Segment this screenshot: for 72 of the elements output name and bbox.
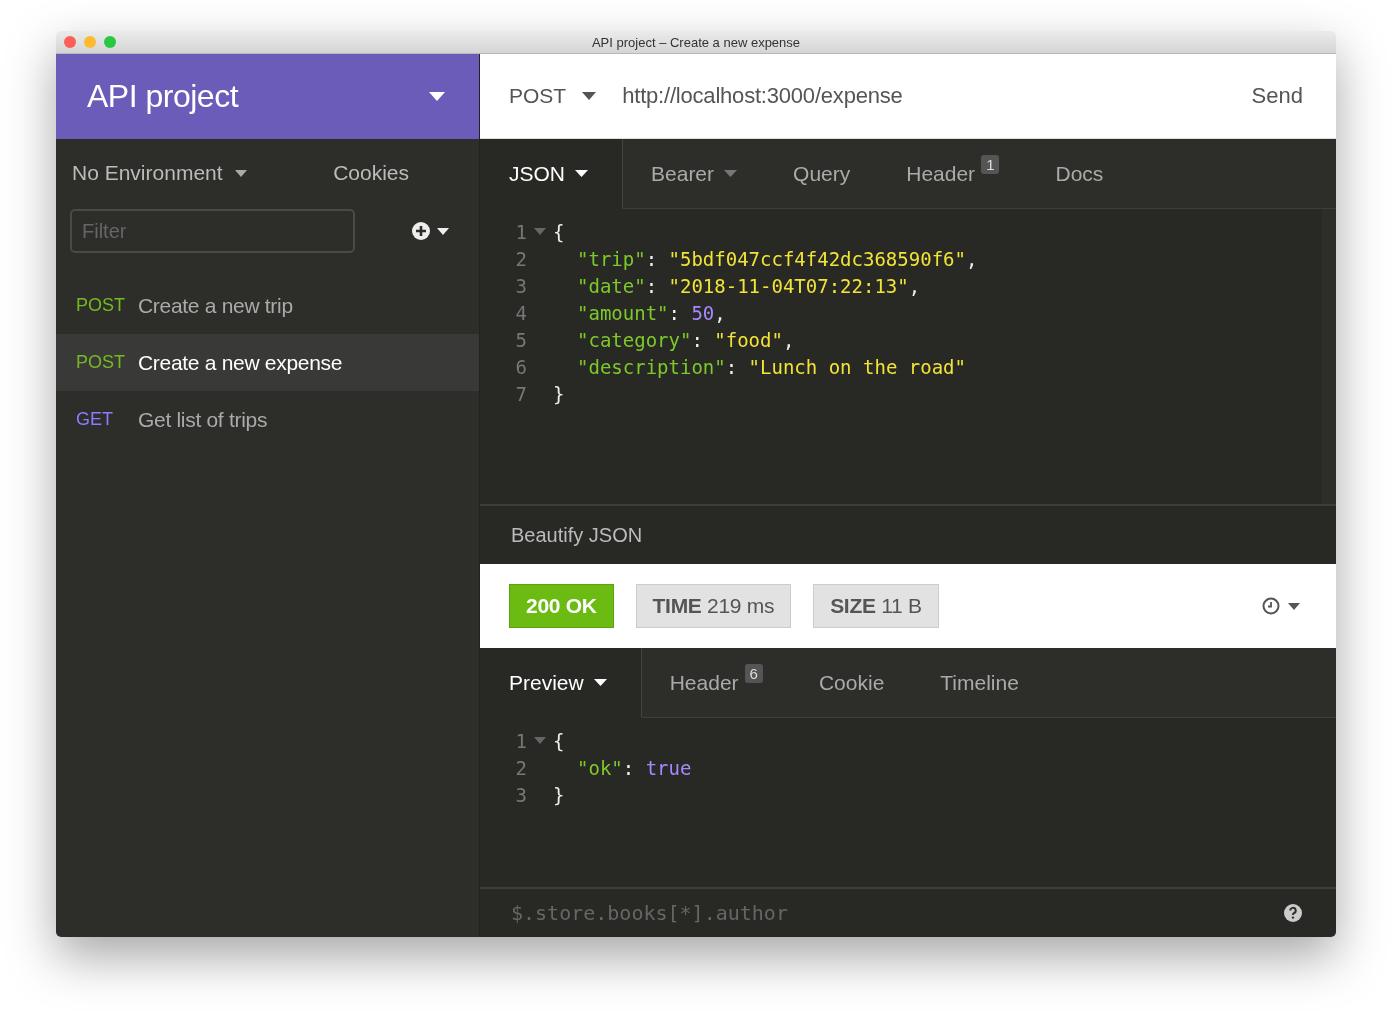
fold-icon[interactable] xyxy=(534,737,546,744)
beautify-button[interactable]: Beautify JSON xyxy=(511,523,643,547)
code-line: "description": "Lunch on the road" xyxy=(576,355,966,378)
line-number: 5 xyxy=(514,328,527,351)
caret-icon xyxy=(437,227,449,235)
clock-icon xyxy=(1262,596,1282,616)
code-line: "ok": true xyxy=(576,756,692,779)
request-tab[interactable]: JSON xyxy=(480,139,623,209)
workspace-header[interactable]: API project xyxy=(56,54,479,139)
method-dropdown[interactable]: POST xyxy=(509,84,597,108)
code-line: } xyxy=(553,382,565,405)
time-badge: TIME 219 ms xyxy=(635,584,792,628)
line-number: 1 xyxy=(514,729,527,752)
close-icon[interactable] xyxy=(64,36,76,48)
request-tab[interactable]: Header 1 xyxy=(878,139,1028,209)
request-tab[interactable]: Docs xyxy=(1027,139,1132,209)
line-number: 1 xyxy=(514,220,527,243)
history-button[interactable] xyxy=(1262,596,1300,616)
code-editor[interactable]: 1 { 2 "trip": "5bdf047ccf4f42dc368590f6", 3 "date": "2018-11-04T07:22:13", 4 "amount": 50, 5 "category": "food", 6 "description": "Lunch on the road" 7 } xyxy=(480,209,1336,504)
request-name: Create a new trip xyxy=(138,293,293,318)
request-tab[interactable]: Query xyxy=(765,139,879,209)
code-line: { xyxy=(553,220,565,243)
response-tab[interactable]: Preview xyxy=(480,648,642,718)
plus-icon xyxy=(411,221,431,241)
line-number: 7 xyxy=(514,382,527,405)
response-tab[interactable]: Header 6 xyxy=(641,648,791,718)
url-field[interactable]: http://localhost:3000/expense xyxy=(622,83,903,109)
code-line: "amount": 50, xyxy=(576,301,726,324)
code-line: { xyxy=(553,729,565,752)
method-label: POST xyxy=(76,295,126,316)
window-title: API project – Create a new expense xyxy=(591,34,801,50)
caret-icon xyxy=(593,679,607,686)
line-number: 2 xyxy=(514,247,527,270)
code-line: } xyxy=(553,783,565,806)
code-line: "date": "2018-11-04T07:22:13", xyxy=(576,274,921,297)
line-number: 2 xyxy=(514,756,527,779)
line-number: 6 xyxy=(514,355,527,378)
request-item[interactable]: GET Get list of trips xyxy=(56,391,479,448)
response-tab[interactable]: Cookie xyxy=(790,648,913,718)
line-number: 4 xyxy=(514,301,527,324)
environment-dropdown[interactable]: No Environment xyxy=(72,161,247,185)
request-name: Create a new expense xyxy=(138,350,343,375)
caret-icon xyxy=(575,170,588,177)
code-line: "category": "food", xyxy=(576,328,795,351)
maximize-icon[interactable] xyxy=(104,36,116,48)
request-tab[interactable]: Bearer xyxy=(623,139,766,209)
caret-icon xyxy=(234,169,247,177)
request-item[interactable]: POST Create a new expense xyxy=(56,334,479,391)
send-button[interactable]: Send xyxy=(1251,83,1303,109)
request-name: Get list of trips xyxy=(138,407,268,432)
cookies-button[interactable]: Cookies xyxy=(333,161,409,185)
caret-icon xyxy=(1288,602,1300,610)
method-label: POST xyxy=(76,352,126,373)
line-number: 3 xyxy=(514,274,527,297)
status-badge: 200 OK xyxy=(509,584,614,628)
caret-icon xyxy=(582,92,597,100)
filter-field[interactable]: Filter xyxy=(70,209,355,253)
add-button[interactable] xyxy=(411,221,449,241)
count-badge: 1 xyxy=(981,155,1000,174)
size-badge: SIZE 11 B xyxy=(813,584,939,628)
query-field[interactable]: $.store.books[*].author xyxy=(509,900,1283,926)
workspace-title: API project xyxy=(87,78,238,115)
count-badge: 6 xyxy=(744,664,763,683)
fold-icon[interactable] xyxy=(534,228,546,235)
caret-icon xyxy=(724,170,738,177)
code-line: "trip": "5bdf047ccf4f42dc368590f6", xyxy=(576,247,978,270)
help-icon[interactable] xyxy=(1283,903,1303,923)
request-item[interactable]: POST Create a new trip xyxy=(56,277,479,334)
response-tab[interactable]: Timeline xyxy=(912,648,1047,718)
caret-icon xyxy=(429,92,445,101)
method-label: GET xyxy=(76,409,114,430)
line-number: 3 xyxy=(514,783,527,806)
